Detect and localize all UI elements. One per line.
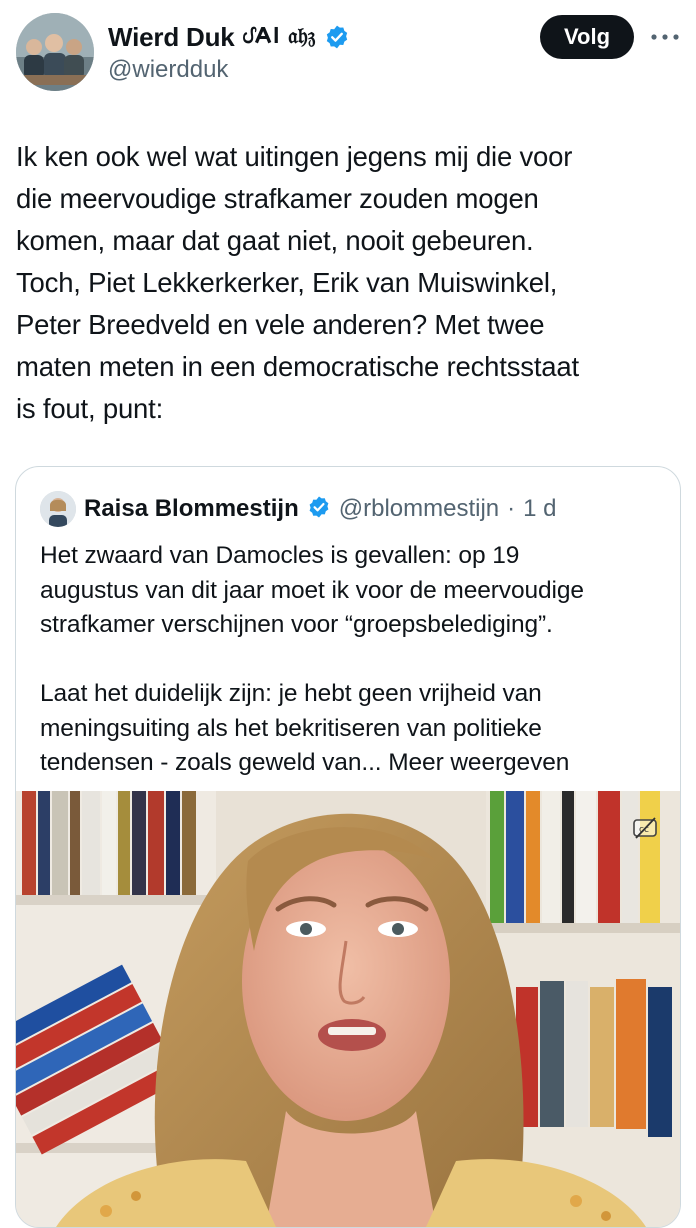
quoted-author-handle: @rblommestijn <box>338 495 500 522</box>
quoted-author-avatar <box>40 491 76 527</box>
follow-button[interactable]: Volg <box>540 15 634 59</box>
tweet-line: Peter Breedveld en vele anderen? Met twe… <box>16 309 545 340</box>
tweet-line: is fout, punt: <box>16 393 164 424</box>
quoted-line: tendensen - zoals geweld van... Meer wee… <box>40 746 660 781</box>
tweet-line: maten meten in een democratische rechtss… <box>16 351 579 382</box>
quoted-tweet-text: Het zwaard van Damocles is gevallen: op … <box>40 539 660 781</box>
quoted-line: strafkamer verschijnen voor “groepsbeled… <box>40 611 553 638</box>
quoted-line: Laat het duidelijk zijn: je hebt geen vr… <box>40 680 542 707</box>
quoted-line: augustus van dit jaar moet ik voor de me… <box>40 576 584 604</box>
quoted-line-text: tendensen - zoals geweld van... <box>40 749 382 776</box>
quoted-author-name: Raisa Blommestijn <box>84 495 299 522</box>
tweet-header: Wierd Duk ᦔ𐌀𐌉 𝔞𝔥𝔷 @wierdduk Volg <box>0 0 696 100</box>
verified-badge-icon <box>307 495 331 524</box>
tweet-line: die meervoudige strafkamer zouden mogen <box>16 183 539 214</box>
verified-badge-icon <box>324 24 350 50</box>
tweet-line: komen, maar dat gaat niet, nooit gebeure… <box>16 225 534 256</box>
quoted-tweet-header: Raisa Blommestijn @rblommestijn · 1 d <box>40 491 557 527</box>
author-name-suffix: ᦔ𐌀𐌉 𝔞𝔥𝔷 <box>242 24 316 49</box>
quoted-timestamp: 1 d <box>523 495 557 522</box>
meta-separator: · <box>507 495 516 522</box>
more-horizontal-icon[interactable] <box>650 22 680 52</box>
tweet-line: Toch, Piet Lekkerkerker, Erik van Muiswi… <box>16 267 558 298</box>
author-avatar[interactable] <box>16 13 94 91</box>
quoted-media-video[interactable]: cc <box>16 791 680 1227</box>
author-handle[interactable]: @wierdduk <box>108 56 228 84</box>
quoted-line: Het zwaard van Damocles is gevallen: op … <box>40 542 520 569</box>
tweet-text: Ik ken ook wel wat uitingen jegens mij d… <box>16 136 680 430</box>
quoted-line: meningsuiting als het bekritiseren van p… <box>40 714 542 742</box>
video-frame-illustration <box>16 791 680 1227</box>
author-name[interactable]: Wierd Duk <box>108 22 235 53</box>
tweet-line: Ik ken ook wel wat uitingen jegens mij d… <box>16 141 573 172</box>
hide-caption-icon[interactable]: cc <box>628 811 662 845</box>
show-more-link[interactable]: Meer weergeven <box>388 749 569 776</box>
quoted-tweet-card[interactable]: Raisa Blommestijn @rblommestijn · 1 d He… <box>15 466 681 1228</box>
